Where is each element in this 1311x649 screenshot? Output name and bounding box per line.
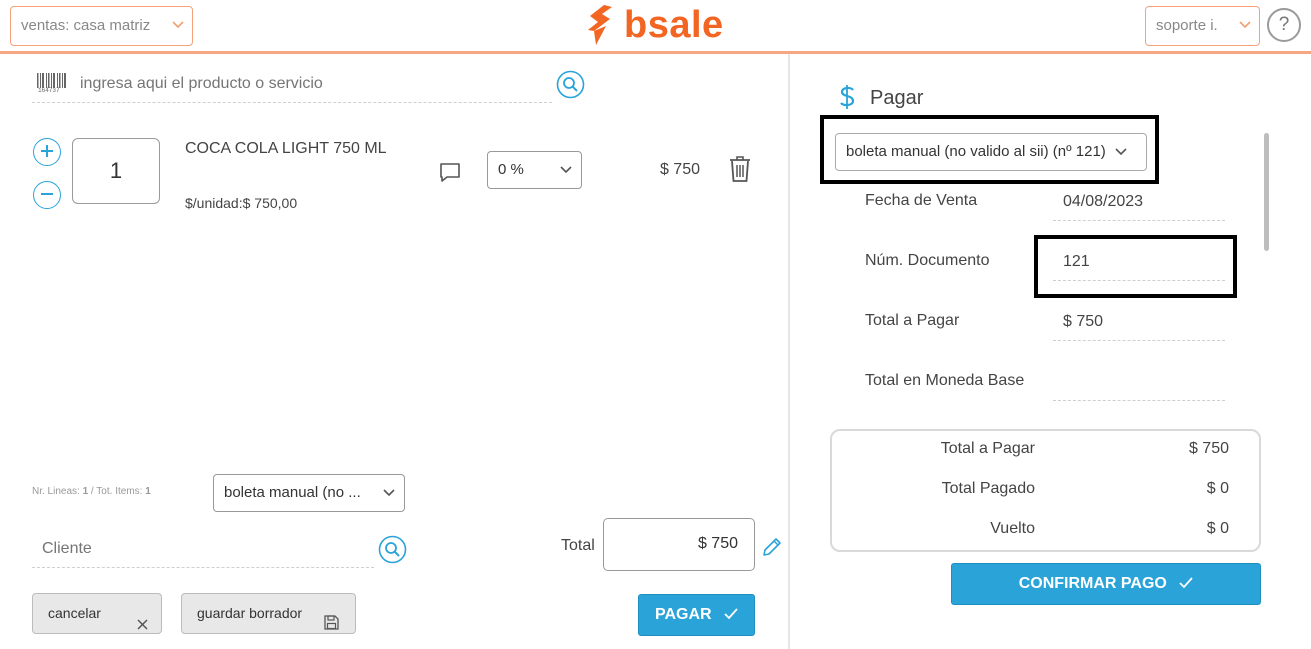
total-to-pay-value: $ 750 [1063, 313, 1104, 330]
product-name: COCA COLA LIGHT 750 ML [185, 140, 387, 157]
items-value: 1 [145, 486, 151, 497]
plus-icon [41, 145, 53, 157]
increase-quantity-button[interactable] [33, 138, 61, 166]
confirm-payment-button[interactable]: CONFIRMAR PAGO [951, 563, 1261, 605]
edit-total-button[interactable] [760, 535, 784, 564]
chevron-down-icon [559, 152, 573, 200]
dollar-icon [838, 84, 856, 115]
user-select-value: soporte i. [1156, 17, 1218, 34]
confirm-payment-label: CONFIRMAR PAGO [1018, 575, 1167, 592]
client-search-button[interactable] [378, 535, 407, 569]
bsale-logo: bsale [584, 4, 724, 46]
delete-line-button[interactable] [727, 155, 753, 188]
help-button[interactable]: ? [1267, 8, 1301, 42]
save-draft-label: guardar borrador [197, 605, 303, 621]
product-search-underline [32, 102, 552, 103]
base-currency-total-label: Total en Moneda Base [865, 372, 1025, 389]
save-icon [324, 606, 339, 644]
product-search-button[interactable] [556, 70, 585, 104]
client-search-input[interactable] [42, 538, 362, 560]
brand-name: bsale [624, 4, 724, 46]
sale-date-underline [1053, 220, 1225, 221]
lines-label: Nr. Lineas: [32, 486, 83, 497]
scrollbar-thumb[interactable] [1264, 133, 1269, 251]
base-currency-total-underline [1053, 400, 1225, 401]
minus-icon [41, 193, 53, 195]
user-select[interactable]: soporte i. [1145, 6, 1260, 46]
sale-date-label: Fecha de Venta [865, 192, 978, 209]
line-count: Nr. Lineas: 1 / Tot. Items: 1 [32, 486, 151, 497]
pay-label: PAGAR [654, 606, 712, 623]
save-draft-button[interactable]: guardar borrador [181, 593, 356, 634]
document-number-value[interactable]: 121 [1063, 253, 1090, 271]
client-search-underline [32, 567, 374, 568]
comment-icon [440, 163, 460, 182]
top-bar: ventas: casa matriz bsale soporte i. ? [0, 0, 1311, 54]
chevron-down-icon [382, 475, 396, 525]
summary-total-label: Total a Pagar [940, 440, 1035, 457]
payment-title: Pagar [870, 87, 924, 109]
barcode-icon: 164737 [36, 72, 68, 101]
pay-button[interactable]: PAGAR [638, 594, 755, 636]
document-type-value: boleta manual (no ... [224, 484, 361, 501]
product-search-input[interactable] [80, 72, 540, 96]
pane-divider [788, 54, 790, 649]
close-icon [136, 607, 149, 645]
payment-document-select[interactable]: boleta manual (no valido al sii) (nº 121… [835, 133, 1147, 171]
decrease-quantity-button[interactable] [33, 181, 61, 209]
chevron-down-icon [172, 7, 184, 58]
document-type-select[interactable]: boleta manual (no ... [213, 474, 405, 512]
total-to-pay-label: Total a Pagar [865, 312, 960, 329]
payment-document-value: boleta manual (no valido al sii) (nº 121… [846, 143, 1106, 160]
total-label: Total [561, 537, 595, 554]
summary-paid-value: $ 0 [1206, 480, 1229, 497]
total-amount-field[interactable]: $ 750 [603, 518, 755, 571]
chevron-down-icon [1114, 134, 1128, 184]
cancel-button[interactable]: cancelar [32, 593, 162, 634]
summary-change-label: Vuelto [990, 520, 1035, 537]
items-label: / Tot. Items: [88, 486, 146, 497]
branch-select[interactable]: ventas: casa matriz [10, 6, 193, 46]
pencil-icon [763, 538, 781, 556]
document-number-label: Núm. Documento [865, 252, 990, 269]
trash-icon [730, 156, 750, 182]
summary-total-value: $ 750 [1188, 440, 1229, 457]
discount-select[interactable]: 0 % [487, 151, 582, 189]
summary-paid-label: Total Pagado [941, 480, 1035, 497]
line-amount: $ 750 [659, 161, 700, 178]
search-icon [378, 535, 407, 564]
comment-button[interactable] [438, 160, 462, 189]
barcode-number: 164737 [38, 87, 60, 94]
check-icon [1179, 577, 1193, 589]
branch-select-value: ventas: casa matriz [21, 17, 151, 34]
total-to-pay-underline [1053, 340, 1225, 341]
quantity-input[interactable]: 1 [72, 138, 160, 204]
sale-date-value[interactable]: 04/08/2023 [1063, 193, 1143, 211]
discount-value: 0 % [498, 161, 524, 178]
search-icon [556, 70, 585, 99]
document-number-underline [1053, 280, 1225, 281]
cancel-label: cancelar [48, 605, 101, 621]
unit-price: $/unidad:$ 750,00 [185, 195, 298, 211]
summary-change-value: $ 0 [1206, 520, 1229, 537]
bsale-logo-icon [588, 5, 612, 45]
check-icon [724, 608, 738, 620]
chevron-down-icon [1239, 7, 1251, 58]
